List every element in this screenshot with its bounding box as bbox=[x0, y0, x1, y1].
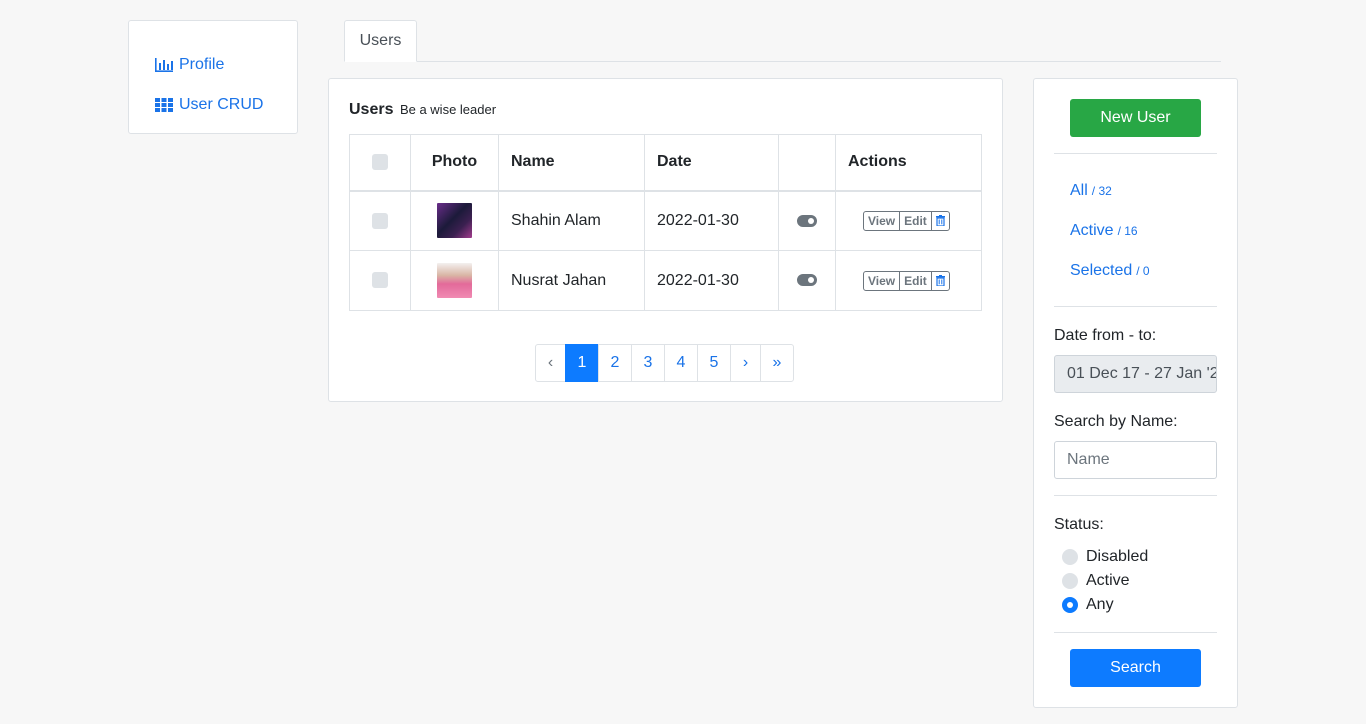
card-title: Users Be a wise leader bbox=[349, 101, 496, 119]
user-name: Shahin Alam bbox=[498, 190, 645, 251]
radio-label: Disabled bbox=[1086, 548, 1149, 565]
row-checkbox[interactable] bbox=[372, 212, 388, 229]
search-name-label: Search by Name: bbox=[1054, 413, 1178, 430]
view-button[interactable]: View bbox=[864, 211, 901, 230]
page-last[interactable]: » bbox=[760, 344, 794, 382]
divider bbox=[1054, 306, 1217, 307]
sidebar-item-user-crud[interactable]: User CRUD bbox=[129, 85, 297, 125]
page-2[interactable]: 2 bbox=[598, 344, 632, 382]
filter-count: / 16 bbox=[1117, 224, 1138, 238]
filter-count: / 32 bbox=[1091, 184, 1112, 198]
bar-chart-icon bbox=[155, 58, 173, 72]
header-photo: Photo bbox=[410, 134, 499, 192]
user-photo bbox=[437, 203, 472, 239]
user-name: Nusrat Jahan bbox=[498, 250, 645, 311]
header-name: Name bbox=[498, 134, 645, 192]
status-label: Status: bbox=[1054, 516, 1104, 533]
user-date: 2022-01-30 bbox=[644, 250, 779, 311]
header-status bbox=[778, 134, 836, 192]
sidebar-item-profile[interactable]: Profile bbox=[129, 45, 297, 85]
header-date: Date bbox=[644, 134, 779, 192]
toggle-cell bbox=[778, 190, 836, 251]
action-button-group: View Edit bbox=[863, 210, 950, 231]
trash-icon bbox=[935, 214, 945, 227]
photo-cell bbox=[410, 190, 499, 251]
select-all-cell bbox=[349, 134, 411, 192]
status-option-disabled[interactable]: Disabled bbox=[1062, 548, 1148, 566]
tab-users[interactable]: Users bbox=[344, 20, 417, 62]
card-title-text: Users bbox=[349, 101, 394, 118]
search-name-input[interactable] bbox=[1054, 441, 1217, 479]
table-header-row: Photo Name Date Actions bbox=[349, 134, 982, 192]
delete-button[interactable] bbox=[932, 212, 949, 230]
radio-label: Active bbox=[1086, 572, 1130, 589]
pagination: ‹ 1 2 3 4 5 › » bbox=[535, 344, 794, 382]
view-button[interactable]: View bbox=[864, 271, 901, 290]
page-4[interactable]: 4 bbox=[664, 344, 698, 382]
tabs-divider bbox=[344, 61, 1221, 62]
filter-active[interactable]: Active/ 16 bbox=[1070, 222, 1138, 240]
page-1[interactable]: 1 bbox=[565, 344, 599, 382]
date-range-label: Date from - to: bbox=[1054, 327, 1157, 344]
radio-button[interactable] bbox=[1062, 573, 1078, 589]
card-subtitle: Be a wise leader bbox=[399, 102, 497, 117]
search-button[interactable]: Search bbox=[1070, 649, 1201, 687]
filter-panel: New User All/ 32 Active/ 16 Selected/ 0 … bbox=[1033, 78, 1238, 708]
filter-label: Selected bbox=[1070, 262, 1133, 279]
sidebar-nav: Profile User CRUD bbox=[128, 20, 298, 134]
grid-icon bbox=[155, 98, 173, 112]
page-3[interactable]: 3 bbox=[631, 344, 665, 382]
filter-count: / 0 bbox=[1136, 264, 1150, 278]
page-next[interactable]: › bbox=[730, 344, 761, 382]
edit-button[interactable]: Edit bbox=[900, 211, 932, 230]
status-toggle[interactable] bbox=[797, 274, 817, 287]
edit-button[interactable]: Edit bbox=[900, 271, 932, 290]
actions-cell: View Edit bbox=[835, 250, 982, 311]
status-option-any[interactable]: Any bbox=[1062, 596, 1114, 614]
users-card: Users Be a wise leader Photo Name Date A… bbox=[328, 78, 1003, 402]
status-option-active[interactable]: Active bbox=[1062, 572, 1130, 590]
delete-button[interactable] bbox=[932, 272, 949, 290]
users-table: Photo Name Date Actions Shahin Alam 2022… bbox=[349, 134, 982, 311]
sidebar-item-label: Profile bbox=[179, 56, 225, 73]
divider bbox=[1054, 632, 1217, 633]
radio-label: Any bbox=[1086, 596, 1114, 613]
filter-all[interactable]: All/ 32 bbox=[1070, 182, 1112, 200]
row-checkbox[interactable] bbox=[372, 272, 388, 289]
filter-label: Active bbox=[1070, 222, 1114, 239]
photo-cell bbox=[410, 250, 499, 311]
row-select-cell bbox=[349, 190, 411, 251]
date-range-input[interactable]: 01 Dec 17 - 27 Jan '22 bbox=[1054, 355, 1217, 393]
table-row: Nusrat Jahan 2022-01-30 View Edit bbox=[349, 250, 982, 311]
action-button-group: View Edit bbox=[863, 270, 950, 291]
row-select-cell bbox=[349, 250, 411, 311]
user-date: 2022-01-30 bbox=[644, 190, 779, 251]
page-5[interactable]: 5 bbox=[697, 344, 731, 382]
sidebar-item-label: User CRUD bbox=[179, 96, 264, 113]
toggle-cell bbox=[778, 250, 836, 311]
filter-selected[interactable]: Selected/ 0 bbox=[1070, 262, 1150, 280]
table-row: Shahin Alam 2022-01-30 View Edit bbox=[349, 190, 982, 251]
radio-button[interactable] bbox=[1062, 549, 1078, 565]
new-user-button[interactable]: New User bbox=[1070, 99, 1201, 137]
trash-icon bbox=[935, 274, 945, 287]
user-photo bbox=[437, 263, 472, 298]
select-all-checkbox[interactable] bbox=[372, 154, 388, 171]
radio-button[interactable] bbox=[1062, 597, 1078, 613]
divider bbox=[1054, 495, 1217, 496]
actions-cell: View Edit bbox=[835, 190, 982, 251]
status-toggle[interactable] bbox=[797, 214, 817, 227]
divider bbox=[1054, 153, 1217, 154]
header-actions: Actions bbox=[835, 134, 982, 192]
page-prev[interactable]: ‹ bbox=[535, 344, 566, 382]
filter-label: All bbox=[1070, 182, 1088, 199]
